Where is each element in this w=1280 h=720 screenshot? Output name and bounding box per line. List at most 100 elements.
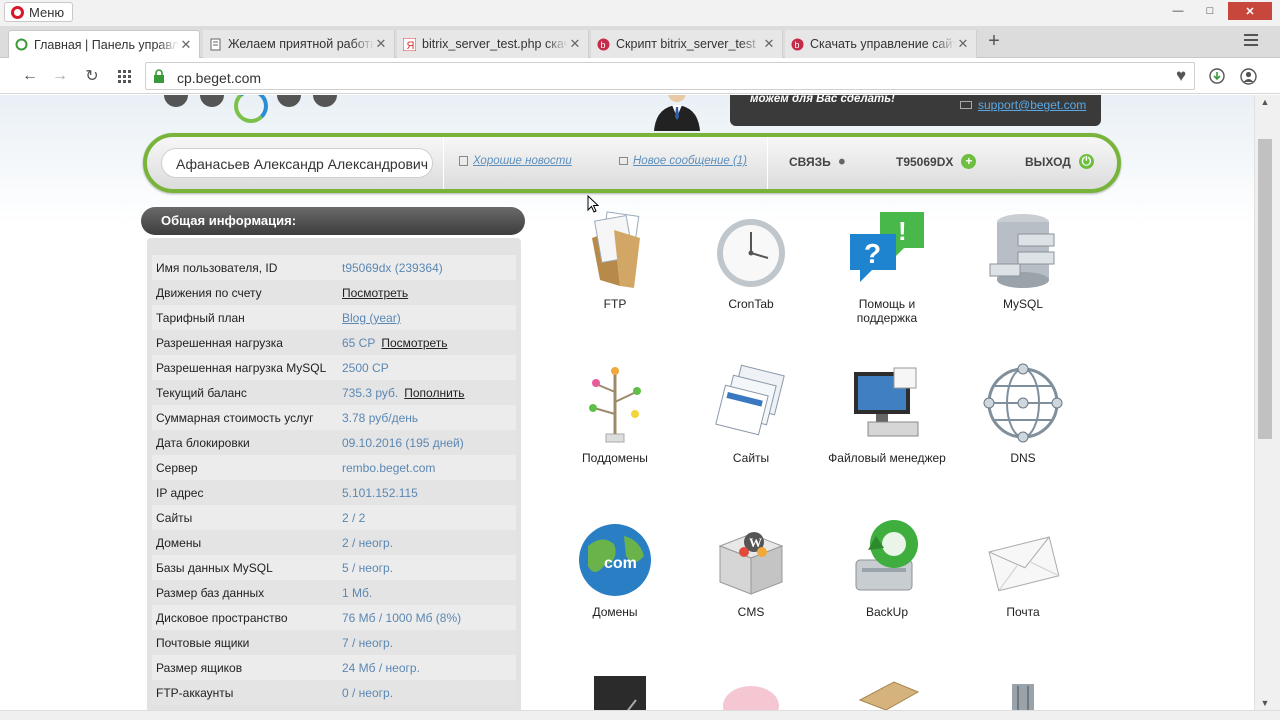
tab-close-icon[interactable]: ✕: [762, 36, 776, 52]
info-value: 5.101.152.115: [342, 485, 418, 500]
window-controls: — □ ✕: [1164, 2, 1272, 20]
account-button[interactable]: T95069DX +: [896, 154, 977, 169]
address-bar[interactable]: cp.beget.com ♥: [145, 62, 1195, 90]
view-load-link[interactable]: Посмотреть: [381, 336, 447, 350]
scroll-down-icon[interactable]: ▼: [1258, 698, 1272, 708]
tab-close-icon[interactable]: ✕: [568, 36, 582, 52]
tile-partial[interactable]: [963, 670, 1083, 710]
info-label: Почтовые ящики: [156, 635, 250, 650]
bookmark-heart-icon[interactable]: ♥: [1170, 66, 1192, 88]
power-icon: ⏻: [1078, 154, 1094, 169]
news-link[interactable]: Хорошие новости: [459, 155, 572, 167]
envelope-small-icon: [619, 157, 628, 165]
back-icon[interactable]: ←: [20, 66, 40, 86]
account-icon[interactable]: [1238, 66, 1258, 86]
tile-partial[interactable]: [827, 670, 947, 710]
tab-bitrix-script[interactable]: b Скрипт bitrix_server_test ✕: [591, 30, 783, 58]
info-value: 3.78 руб/день: [342, 410, 419, 425]
support-email-link[interactable]: support@beget.com: [978, 98, 1086, 112]
info-label: Движения по счету: [156, 285, 262, 300]
new-message-link[interactable]: Новое сообщение (1): [619, 155, 747, 167]
logout-button[interactable]: ВЫХОД ⏻: [1025, 154, 1094, 169]
scroll-up-icon[interactable]: ▲: [1258, 97, 1272, 107]
trash-can-icon: [1012, 684, 1034, 710]
scrollbar-thumb[interactable]: [1258, 139, 1272, 439]
signal-icon: ⦁: [838, 154, 845, 168]
beget-favicon-icon: [15, 38, 28, 51]
speed-dial-icon[interactable]: [114, 66, 134, 86]
info-value: 2500 CP: [342, 360, 389, 375]
tab-close-icon[interactable]: ✕: [374, 36, 388, 52]
websites-stack-icon: [715, 364, 785, 436]
info-row: Размер баз данных 1 Мб.: [152, 580, 516, 605]
tile-mail[interactable]: Почта: [963, 516, 1083, 619]
header-dots: [277, 95, 337, 107]
maximize-icon[interactable]: □: [1196, 2, 1224, 20]
tab-site-management[interactable]: b Скачать управление сайтом ✕: [785, 30, 977, 58]
tile-ftp[interactable]: FTP: [555, 208, 675, 311]
svg-text:Я: Я: [407, 40, 415, 51]
new-message-label: Новое сообщение (1): [633, 155, 748, 167]
forward-icon[interactable]: →: [50, 66, 70, 86]
tile-backup[interactable]: BackUp: [827, 516, 947, 619]
envelope-icon: [988, 536, 1060, 592]
close-window-icon[interactable]: ✕: [1228, 2, 1272, 20]
info-row: Тарифный план Blog (year): [152, 305, 516, 330]
info-row: Дисковое пространство 76 Мб / 1000 Мб (8%…: [152, 605, 516, 630]
tile-file-manager[interactable]: Файловый менеджер: [827, 362, 947, 465]
tab-welcome[interactable]: Желаем приятной работы ✕: [203, 30, 395, 58]
tile-label: DNS: [1010, 451, 1036, 465]
box-icon: [858, 681, 920, 710]
vertical-scrollbar[interactable]: ▲ ▼: [1254, 95, 1280, 710]
user-bar: Афанасьев Александр Александрович Хороши…: [143, 133, 1121, 193]
tile-domains[interactable]: com Домены: [555, 516, 675, 619]
opera-menu-button[interactable]: Меню: [4, 2, 74, 22]
download-icon[interactable]: [1207, 66, 1227, 86]
header-dots: [164, 95, 224, 107]
backup-drive-icon: [855, 520, 918, 591]
horizontal-scrollbar[interactable]: [0, 710, 1280, 720]
info-panel: Имя пользователя, ID t95069dx (239364) Дв…: [147, 238, 521, 710]
view-transactions-link[interactable]: Посмотреть: [342, 286, 408, 300]
tab-bitrix-test[interactable]: Я bitrix_server_test.php скачать ✕: [397, 30, 589, 58]
info-label: Размер баз данных: [156, 585, 265, 600]
tab-title: Скачать управление сайтом: [810, 37, 956, 51]
contact-button[interactable]: СВЯЗЬ ⦁: [789, 154, 845, 169]
info-value: 65 CP: [342, 335, 376, 350]
info-label: Разрешенная нагрузка MySQL: [156, 360, 327, 375]
tile-cms[interactable]: W CMS: [691, 516, 811, 619]
tile-dns[interactable]: DNS: [963, 362, 1083, 465]
minimize-icon[interactable]: —: [1164, 2, 1192, 20]
tariff-link[interactable]: Blog (year): [342, 311, 401, 325]
tile-crontab[interactable]: CronTab: [691, 208, 811, 311]
top-up-link[interactable]: Пополнить: [404, 386, 464, 400]
support-text: можем для Вас сделать!: [750, 95, 895, 105]
tile-label: Файловый менеджер: [828, 451, 946, 465]
tab-menu-icon[interactable]: [1244, 34, 1258, 49]
user-name-field: Афанасьев Александр Александрович: [161, 148, 433, 178]
news-icon: [459, 156, 468, 166]
tile-sites[interactable]: Сайты: [691, 362, 811, 465]
info-row: FTP-аккаунты 0 / неогр.: [152, 680, 516, 705]
tab-main-panel[interactable]: Главная | Панель управления ✕: [8, 30, 200, 58]
tab-close-icon[interactable]: ✕: [179, 37, 193, 53]
info-row: Суммарная стоимость услуг 3.78 руб/день: [152, 405, 516, 430]
info-row: Дата блокировки 09.10.2016 (195 дней): [152, 430, 516, 455]
logout-label: ВЫХОД: [1025, 154, 1071, 169]
reload-icon[interactable]: ↻: [82, 66, 102, 86]
beget-logo-icon: [234, 95, 268, 123]
info-row: Текущий баланс 735.3 руб. Пополнить: [152, 380, 516, 405]
yandex-favicon-icon: Я: [403, 37, 416, 51]
lock-icon: [154, 69, 164, 83]
tab-close-icon[interactable]: ✕: [956, 36, 970, 52]
tile-subdomains[interactable]: Поддомены: [555, 362, 675, 465]
mail-icon: [960, 101, 972, 109]
tile-partial[interactable]: [555, 670, 675, 710]
mouse-cursor-icon: [587, 195, 599, 213]
com-globe-icon: com: [579, 524, 651, 596]
new-tab-button[interactable]: +: [984, 30, 1004, 53]
tile-help-support[interactable]: ! ? Помощь и поддержка: [827, 208, 947, 325]
tile-mysql[interactable]: MySQL: [963, 208, 1083, 311]
info-row: Движения по счету Посмотреть: [152, 280, 516, 305]
tile-partial[interactable]: [691, 670, 811, 710]
